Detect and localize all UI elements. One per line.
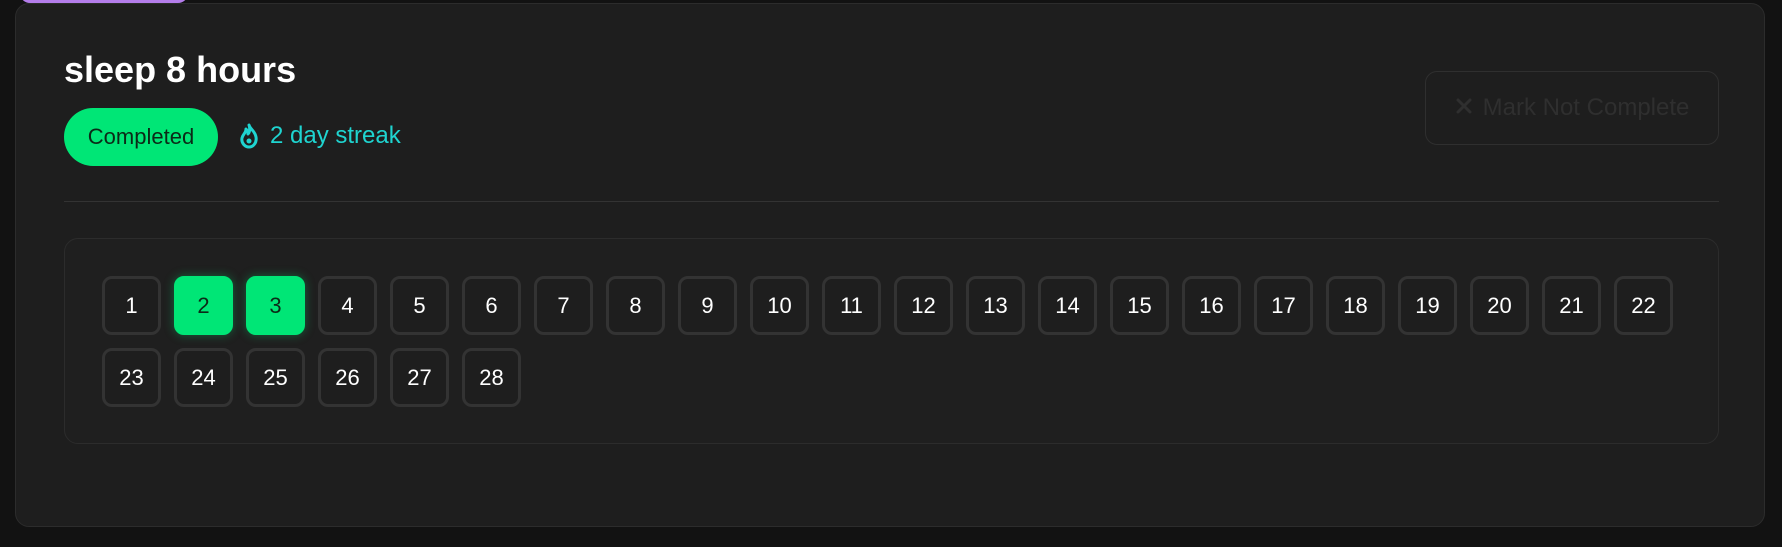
- day-cell-28[interactable]: 28: [462, 348, 521, 407]
- day-cell-17[interactable]: 17: [1254, 276, 1313, 335]
- day-cell-11[interactable]: 11: [822, 276, 881, 335]
- day-cell-23[interactable]: 23: [102, 348, 161, 407]
- day-cell-14[interactable]: 14: [1038, 276, 1097, 335]
- day-cell-26[interactable]: 26: [318, 348, 377, 407]
- day-cell-5[interactable]: 5: [390, 276, 449, 335]
- divider: [64, 201, 1719, 202]
- streak-indicator: 2 day streak: [238, 122, 401, 150]
- close-icon: [1455, 94, 1473, 122]
- flame-icon: [238, 123, 260, 149]
- mark-not-complete-label: Mark Not Complete: [1482, 94, 1690, 121]
- day-cell-16[interactable]: 16: [1182, 276, 1241, 335]
- day-cell-12[interactable]: 12: [894, 276, 953, 335]
- day-cell-20[interactable]: 20: [1470, 276, 1529, 335]
- day-cell-4[interactable]: 4: [318, 276, 377, 335]
- day-cell-2[interactable]: 2: [174, 276, 233, 335]
- day-cell-1[interactable]: 1: [102, 276, 161, 335]
- day-cell-9[interactable]: 9: [678, 276, 737, 335]
- day-cell-13[interactable]: 13: [966, 276, 1025, 335]
- day-grid: 1 2 3 4 5 6 7 8 9 10 11 12 13 14 15 16 17 18 19 20 21 22 23 24 2…: [64, 238, 1719, 444]
- status-badge: Completed: [64, 108, 218, 166]
- streak-label: 2 day streak: [270, 122, 401, 149]
- mark-not-complete-button[interactable]: Mark Not Complete: [1425, 71, 1719, 145]
- habit-card: sleep 8 hours Completed 2 day streak Mar…: [15, 3, 1765, 527]
- day-cell-8[interactable]: 8: [606, 276, 665, 335]
- day-cell-15[interactable]: 15: [1110, 276, 1169, 335]
- day-cell-7[interactable]: 7: [534, 276, 593, 335]
- habit-title: sleep 8 hours: [64, 49, 297, 90]
- day-cell-25[interactable]: 25: [246, 348, 305, 407]
- day-cell-3[interactable]: 3: [246, 276, 305, 335]
- day-cell-21[interactable]: 21: [1542, 276, 1601, 335]
- day-cell-10[interactable]: 10: [750, 276, 809, 335]
- day-cell-19[interactable]: 19: [1398, 276, 1457, 335]
- day-cell-6[interactable]: 6: [462, 276, 521, 335]
- day-cell-18[interactable]: 18: [1326, 276, 1385, 335]
- day-cell-27[interactable]: 27: [390, 348, 449, 407]
- day-list: 1 2 3 4 5 6 7 8 9 10 11 12 13 14 15 16 17 18 19 20 21 22 23 24 2…: [102, 276, 1684, 407]
- day-cell-24[interactable]: 24: [174, 348, 233, 407]
- day-cell-22[interactable]: 22: [1614, 276, 1673, 335]
